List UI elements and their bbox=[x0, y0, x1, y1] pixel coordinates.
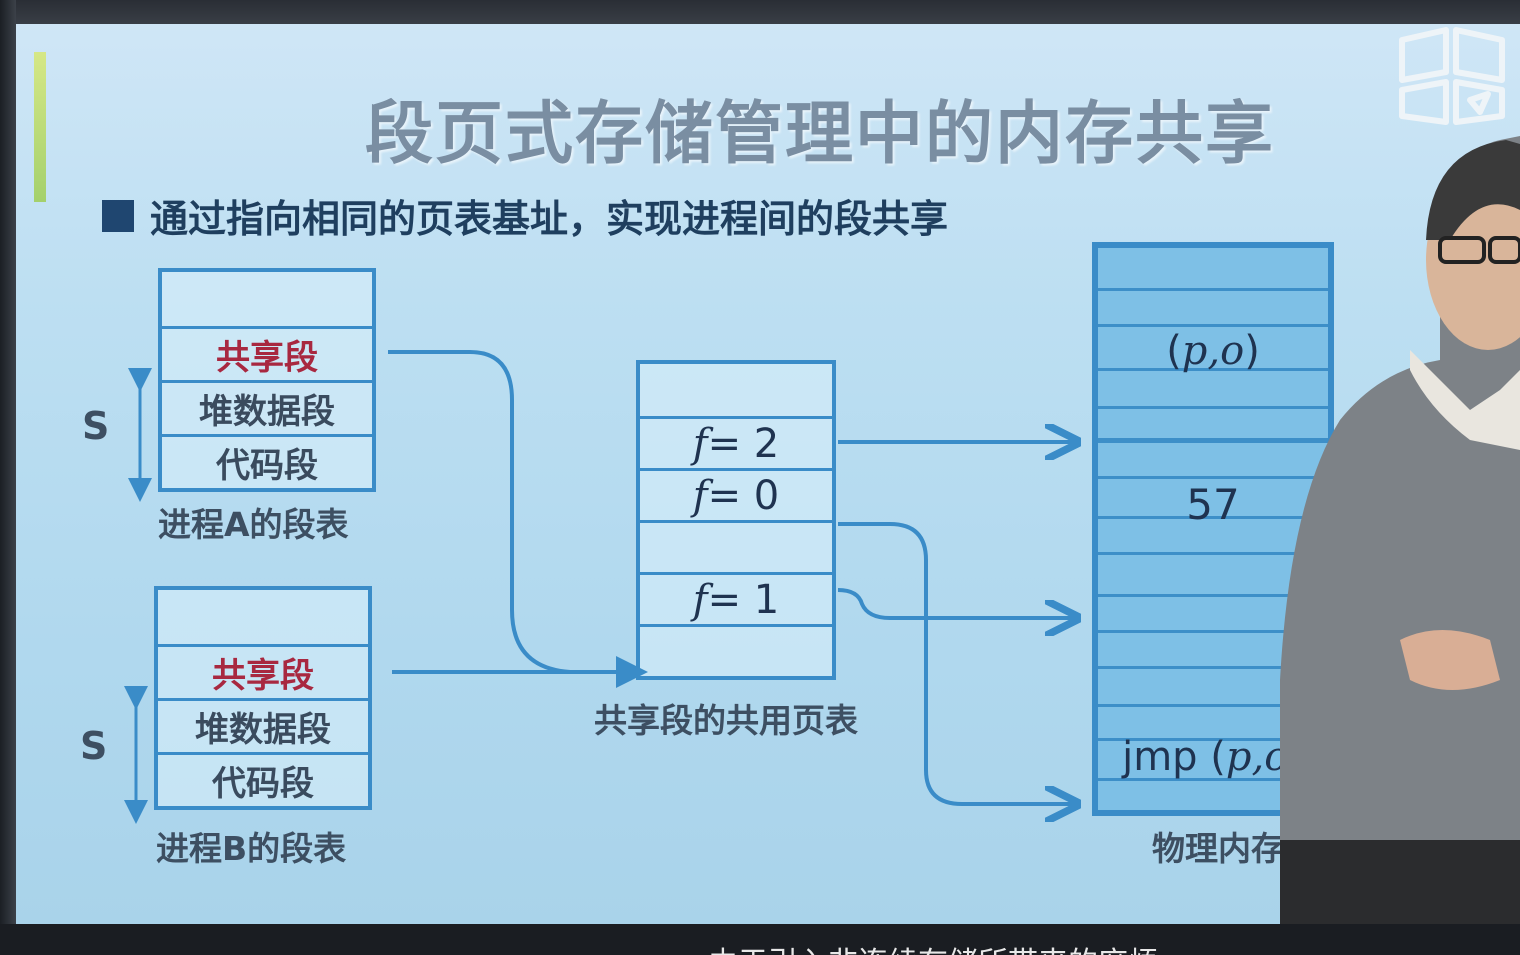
video-screen: 段页式存储管理中的内存共享 通过指向相同的页表基址，实现进程间的段共享 共享段 … bbox=[0, 0, 1520, 955]
presenter-image bbox=[1280, 136, 1520, 955]
arrow-f0 bbox=[838, 522, 1078, 804]
connector-a-shared bbox=[388, 350, 648, 688]
arrow-f1 bbox=[837, 588, 1078, 618]
video-subtitle: 由于引入非连续存储所带来的麻烦 bbox=[708, 938, 1158, 955]
